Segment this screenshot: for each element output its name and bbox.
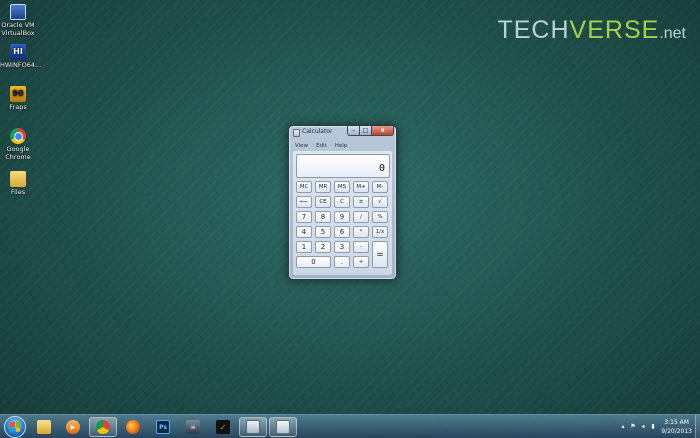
mr-button[interactable]: MR <box>315 181 331 193</box>
calculator-display: 0 <box>296 154 390 178</box>
calculator-body: 0 MC MR MS M+ M- ⟵ CE C ± √ 7 8 9 / % 4 … <box>293 151 392 275</box>
plus-minus-button[interactable]: ± <box>353 196 369 208</box>
folder-icon <box>10 171 26 187</box>
arrow-up-icon[interactable]: ▴ <box>620 423 626 430</box>
ce-button[interactable]: CE <box>315 196 331 208</box>
desktop-icon-label: Google Chrome <box>5 145 31 161</box>
desktop-icon-hwinfo[interactable]: HI HWiNFO64... <box>0 44 42 70</box>
folder-icon <box>37 420 51 434</box>
digit-4-button[interactable]: 4 <box>296 226 312 238</box>
taskbar-photoshop[interactable]: Ps <box>149 417 177 437</box>
desktop-icon-label: Fraps <box>9 103 27 111</box>
clock-date: 9/20/2013 <box>661 428 692 435</box>
chrome-icon <box>96 420 110 434</box>
minimize-button[interactable]: – <box>347 126 360 136</box>
watermark-tech: TECH <box>497 16 570 44</box>
clear-button[interactable]: C <box>334 196 350 208</box>
watermark-net: .net <box>659 25 686 42</box>
media-player-icon: ▶ <box>66 420 80 434</box>
taskbar-game[interactable]: ☠ <box>179 417 207 437</box>
maximize-button[interactable]: □ <box>360 126 372 136</box>
show-desktop-button[interactable] <box>695 415 700 438</box>
desktop-icon-label: HWiNFO64... <box>0 61 42 69</box>
windows-logo-icon <box>10 421 20 433</box>
digit-0-button[interactable]: 0 <box>296 256 331 268</box>
hwinfo-icon: HI <box>10 44 26 60</box>
taskbar-media-player[interactable]: ▶ <box>59 417 87 437</box>
game-icon: ☠ <box>186 420 200 434</box>
ms-button[interactable]: MS <box>334 181 350 193</box>
watermark-verse: VERSE <box>569 16 660 44</box>
firefox-icon <box>126 420 140 434</box>
calculator-app-icon <box>293 129 300 137</box>
desktop-icon-virtualbox[interactable]: Oracle VM VirtualBox <box>0 4 36 37</box>
digit-5-button[interactable]: 5 <box>315 226 331 238</box>
digit-7-button[interactable]: 7 <box>296 211 312 223</box>
desktop-icon-label: Files <box>10 188 26 196</box>
taskbar-calculator[interactable] <box>239 417 267 437</box>
display-value: 0 <box>378 163 385 174</box>
speaker-icon[interactable]: ◂ <box>640 423 646 430</box>
desktop-icon-fraps[interactable]: 90 Fraps <box>0 86 36 112</box>
document-icon <box>276 420 290 434</box>
calculator-window[interactable]: Calculator – □ x View Edit Help 0 MC MR … <box>288 125 397 280</box>
plus-button[interactable]: + <box>353 256 369 268</box>
equals-button[interactable]: = <box>372 241 388 268</box>
virtualbox-icon <box>10 4 26 20</box>
techverse-watermark: TECHVERSE.net <box>497 16 686 45</box>
taskbar-nvidia[interactable]: ✓ <box>209 417 237 437</box>
m-minus-button[interactable]: M- <box>372 181 388 193</box>
clock[interactable]: 3:15 AM 9/20/2013 <box>661 418 692 436</box>
desktop-icon-chrome[interactable]: Google Chrome <box>0 128 36 161</box>
m-plus-button[interactable]: M+ <box>353 181 369 193</box>
backspace-button[interactable]: ⟵ <box>296 196 312 208</box>
reciprocal-button[interactable]: 1/x <box>372 226 388 238</box>
digit-1-button[interactable]: 1 <box>296 241 312 253</box>
menu-edit[interactable]: Edit <box>316 143 327 149</box>
divide-button[interactable]: / <box>353 211 369 223</box>
calculator-titlebar[interactable]: Calculator – □ x <box>289 126 396 140</box>
menu-help[interactable]: Help <box>335 143 348 149</box>
digit-3-button[interactable]: 3 <box>334 241 350 253</box>
menu-bar: View Edit Help <box>291 141 394 150</box>
taskbar-firefox[interactable] <box>119 417 147 437</box>
close-button[interactable]: x <box>372 126 394 136</box>
mc-button[interactable]: MC <box>296 181 312 193</box>
digit-8-button[interactable]: 8 <box>315 211 331 223</box>
photoshop-icon: Ps <box>156 420 170 434</box>
taskbar-explorer[interactable] <box>30 417 58 437</box>
digit-2-button[interactable]: 2 <box>315 241 331 253</box>
multiply-button[interactable]: * <box>353 226 369 238</box>
digit-9-button[interactable]: 9 <box>334 211 350 223</box>
chrome-icon <box>10 128 26 144</box>
window-controls: – □ x <box>347 126 394 136</box>
desktop-icon-files[interactable]: Files <box>0 171 36 197</box>
menu-view[interactable]: View <box>295 143 308 149</box>
clock-time: 3:15 AM <box>664 419 689 426</box>
flag-icon[interactable]: ⚑ <box>630 423 636 430</box>
system-tray: ▴ ⚑ ◂ ▮ <box>620 423 656 430</box>
start-button[interactable] <box>4 416 26 438</box>
network-icon[interactable]: ▮ <box>650 423 656 430</box>
window-title: Calculator <box>302 128 333 135</box>
minus-button[interactable]: - <box>353 241 369 253</box>
calculator-icon <box>246 420 260 434</box>
nvidia-icon: ✓ <box>216 420 230 434</box>
taskbar: ▶ Ps ☠ ✓ ▴ ⚑ ◂ ▮ 3:15 AM 9/20/2013 <box>0 414 700 438</box>
percent-button[interactable]: % <box>372 211 388 223</box>
digit-6-button[interactable]: 6 <box>334 226 350 238</box>
taskbar-chrome[interactable] <box>89 417 117 437</box>
decimal-button[interactable]: . <box>334 256 350 268</box>
sqrt-button[interactable]: √ <box>372 196 388 208</box>
taskbar-files[interactable] <box>269 417 297 437</box>
fraps-icon: 90 <box>10 86 26 102</box>
desktop-icon-label: Oracle VM VirtualBox <box>1 21 35 37</box>
